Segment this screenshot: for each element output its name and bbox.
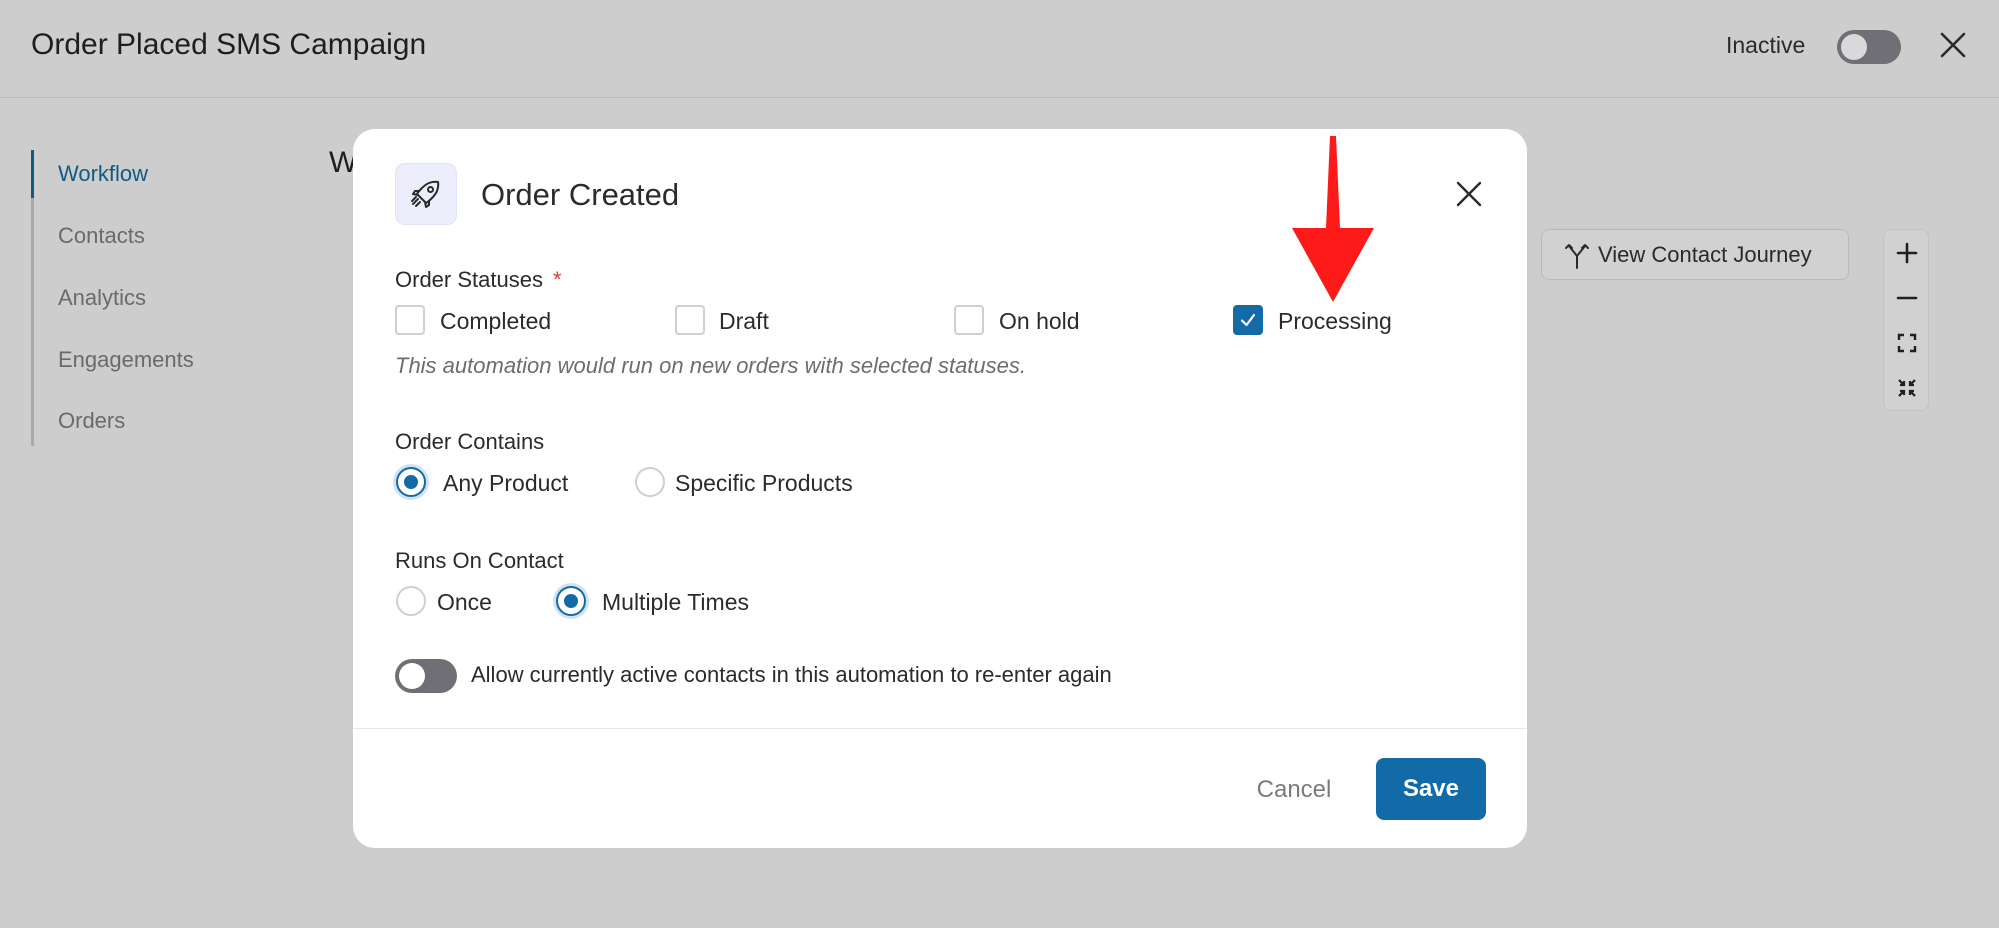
runs-on-contact-label: Runs On Contact <box>395 548 564 573</box>
order-statuses-label: Order Statuses * <box>395 267 562 293</box>
zoom-in-button[interactable] <box>1884 230 1930 276</box>
expand-icon <box>1897 333 1917 353</box>
close-icon[interactable] <box>1938 30 1968 60</box>
nav-active-indicator <box>31 150 34 198</box>
status-completed-label[interactable]: Completed <box>440 308 551 335</box>
rocket-icon <box>411 180 440 208</box>
order-statuses-text: Order Statuses <box>395 267 543 292</box>
sidebar-item-contacts[interactable]: Contacts <box>58 223 145 249</box>
save-button[interactable]: Save <box>1376 758 1486 820</box>
status-on-hold-label[interactable]: On hold <box>999 308 1080 335</box>
status-processing-label[interactable]: Processing <box>1278 308 1392 335</box>
campaign-title: Order Placed SMS Campaign <box>31 28 427 61</box>
any-product-label[interactable]: Any Product <box>443 470 568 497</box>
plus-icon <box>1896 242 1918 264</box>
zoom-controls <box>1883 229 1929 411</box>
close-icon[interactable] <box>1454 179 1484 209</box>
zoom-out-button[interactable] <box>1884 275 1930 321</box>
trigger-icon-box <box>395 163 457 225</box>
toggle-knob <box>1841 34 1867 60</box>
fullscreen-button[interactable] <box>1884 320 1930 366</box>
sidebar-item-workflow[interactable]: Workflow <box>58 161 148 187</box>
any-product-radio[interactable] <box>396 467 426 497</box>
reenter-label: Allow currently active contacts in this … <box>471 662 1112 687</box>
specific-products-label[interactable]: Specific Products <box>675 470 853 497</box>
journey-button-label: View Contact Journey <box>1598 241 1812 267</box>
once-radio[interactable] <box>396 586 426 616</box>
sidebar-item-orders[interactable]: Orders <box>58 408 125 434</box>
fit-icon <box>1898 379 1916 397</box>
reenter-toggle-knob <box>399 663 425 689</box>
required-mark: * <box>552 267 562 292</box>
status-draft-label[interactable]: Draft <box>719 308 769 335</box>
sidebar-item-analytics[interactable]: Analytics <box>58 285 146 311</box>
status-on-hold-checkbox[interactable] <box>954 305 984 335</box>
modal-title: Order Created <box>481 177 680 212</box>
modal-footer-divider <box>353 728 1527 729</box>
sidebar-nav: Workflow Contacts Analytics Engagements … <box>31 150 261 446</box>
order-contains-label: Order Contains <box>395 429 545 454</box>
fit-view-button[interactable] <box>1884 365 1930 411</box>
multiple-times-label[interactable]: Multiple Times <box>602 589 749 616</box>
top-bar: Order Placed SMS Campaign Inactive <box>0 0 1999 98</box>
multiple-times-radio[interactable] <box>556 586 586 616</box>
check-icon <box>1240 313 1256 327</box>
minus-icon <box>1896 296 1918 300</box>
active-toggle[interactable] <box>1837 30 1901 64</box>
status-draft-checkbox[interactable] <box>675 305 705 335</box>
status-completed-checkbox[interactable] <box>395 305 425 335</box>
once-label[interactable]: Once <box>437 589 492 616</box>
status-processing-checkbox[interactable] <box>1233 305 1263 335</box>
status-label: Inactive <box>1726 32 1806 58</box>
cancel-button[interactable]: Cancel <box>1233 760 1355 820</box>
view-contact-journey-button[interactable]: View Contact Journey <box>1541 229 1849 280</box>
specific-products-radio[interactable] <box>635 467 665 497</box>
reenter-toggle[interactable] <box>395 659 457 693</box>
order-statuses-hint: This automation would run on new orders … <box>395 353 1026 378</box>
sidebar-item-engagements[interactable]: Engagements <box>58 347 194 373</box>
annotation-arrow-icon <box>1292 136 1374 302</box>
branch-icon <box>1565 243 1589 269</box>
